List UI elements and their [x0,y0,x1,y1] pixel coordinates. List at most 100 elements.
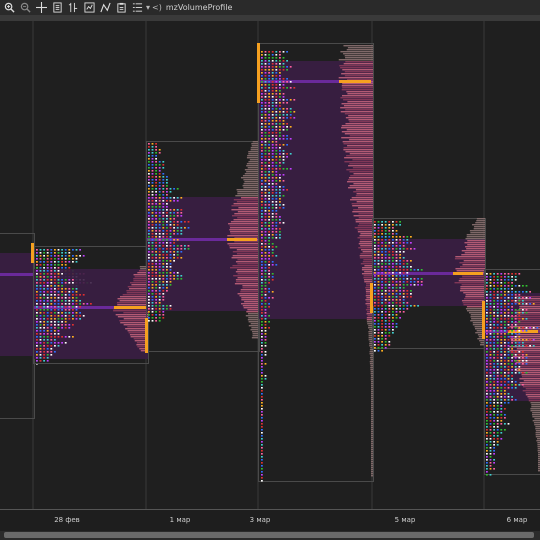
tpo-letter [525,354,528,356]
volume-bar [347,101,373,103]
indicator-name[interactable]: mzVolumeProfile [166,3,233,12]
volume-bar [348,115,373,117]
tpo-letter [169,218,172,220]
volume-bar [371,407,373,409]
scrollbar-thumb[interactable] [4,532,534,538]
volume-bar [371,445,373,447]
tpo-letter [279,90,281,92]
volume-bar [346,49,373,51]
volume-bar [532,416,540,418]
tpo-letter [420,278,423,280]
tpo-letter [148,158,150,160]
tpo-letter [151,239,154,241]
tpo-letter [264,273,267,275]
horizontal-scrollbar[interactable] [0,531,540,540]
tpo-letter [271,135,274,137]
tpo-letter [489,420,492,422]
tpo-letter [374,305,376,307]
tpo-letter [187,245,190,247]
tpo-letter [486,366,488,368]
tpo-letter [155,272,157,274]
tpo-letter [374,245,376,247]
list-icon[interactable] [131,1,144,14]
tpo-letter [514,327,517,329]
tpo-letter [82,294,85,296]
chart-area[interactable] [0,21,540,509]
tpo-letter [384,308,387,310]
volume-bar [371,427,373,429]
tpo-letter [271,210,274,212]
zoom-out-icon[interactable] [19,1,32,14]
tpo-letter [155,218,157,220]
tpo-letter [166,182,168,184]
auto-scale-icon[interactable] [83,1,96,14]
line-tool-icon[interactable] [99,1,112,14]
tpo-letter [377,290,380,292]
tpo-letter [158,299,161,301]
tpo-letter [388,221,391,223]
tpo-letter [75,258,78,260]
volume-bar [250,147,259,149]
tpo-letter [504,417,506,419]
tpo-letter [486,420,488,422]
tpo-letter [279,93,281,95]
tpo-letter [406,305,409,307]
volume-profile-chart[interactable] [0,21,540,509]
tpo-letter [500,324,503,326]
tpo-letter [176,278,179,280]
time-axis[interactable]: 28 фев 1 мар 3 мар 5 мар 6 мар [0,509,540,532]
tpo-letter [268,111,270,113]
tpo-letter [289,153,292,155]
tpo-letter [39,309,42,311]
tpo-letter [381,293,383,295]
crosshair-icon[interactable] [35,1,48,14]
tpo-letter [261,309,263,311]
clipboard-icon[interactable] [115,1,128,14]
tpo-letter [162,197,165,199]
tpo-letter [155,155,157,157]
tpo-letter [162,242,165,244]
tpo-letter [381,305,383,307]
tpo-letter [496,312,499,314]
tpo-letter [162,314,165,316]
tpo-letter [486,342,488,344]
tpo-letter [374,233,376,235]
volume-bar [349,163,373,165]
tpo-letter [384,320,387,322]
tpo-letter [36,357,38,359]
tpo-letter [261,198,263,200]
tpo-letter [384,344,387,346]
volume-bar [458,280,485,282]
zoom-in-icon[interactable] [3,1,16,14]
tpo-letter [261,231,263,233]
tpo-letter [381,260,383,262]
bar-settings-icon[interactable] [67,1,80,14]
tpo-letter [151,185,154,187]
tpo-letter [36,342,38,344]
volume-bar [516,342,540,344]
tpo-letter [489,342,492,344]
tpo-letter [261,252,263,254]
tpo-letter [496,423,499,425]
tpo-letter [377,308,380,310]
tpo-letter [155,299,157,301]
tpo-letter [151,179,154,181]
tpo-letter [169,308,172,310]
dropdown-arrow-icon[interactable]: ▾ [146,3,150,12]
document-icon[interactable] [51,1,64,14]
volume-bar [354,227,373,229]
tpo-letter [155,200,157,202]
tpo-letter [261,159,263,161]
tpo-letter [489,423,492,425]
volume-bar [358,217,373,219]
tpo-letter [410,293,412,295]
tpo-letter [162,200,165,202]
tpo-letter [261,417,263,419]
tpo-letter [410,236,412,238]
volume-bar [345,123,373,125]
tpo-letter [264,219,267,221]
tpo-letter [268,183,270,185]
tpo-letter [525,345,528,347]
tpo-letter [282,99,285,101]
tpo-letter [275,183,278,185]
